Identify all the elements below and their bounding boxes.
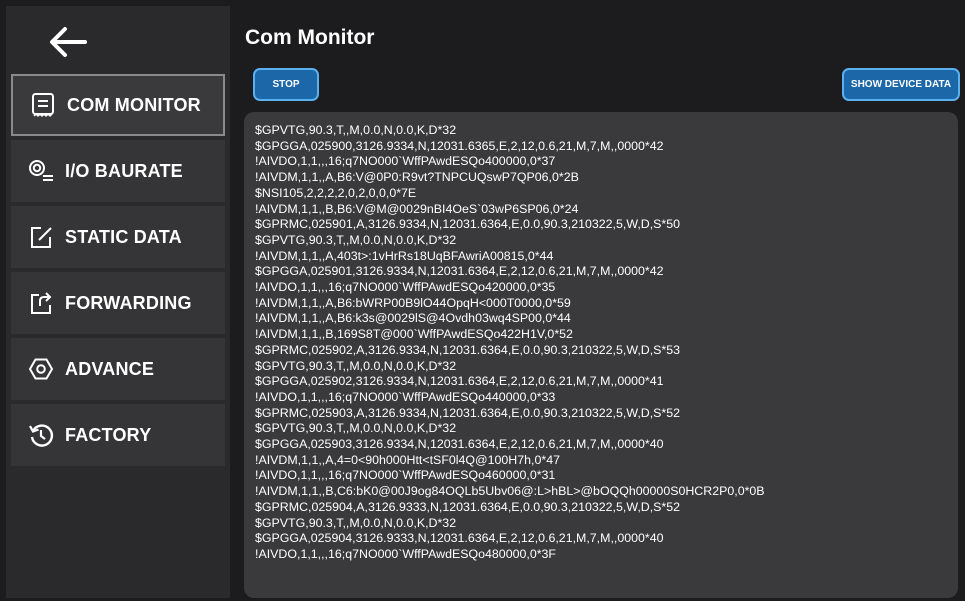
sidebar-item-com-monitor[interactable]: COM MONITOR (11, 74, 225, 136)
log-line: $GPGGA,025900,3126.9334,N,12031.6365,E,2… (255, 138, 664, 153)
log-line: !AIVDO,1,1,,,16;q7NO000`WffPAwdESQo46000… (255, 468, 556, 483)
back-button[interactable] (44, 22, 90, 62)
sidebar-item-io-baurate[interactable]: I/O BAURATE (11, 140, 225, 202)
edit-icon (27, 223, 55, 251)
sidebar-item-label: STATIC DATA (65, 226, 182, 247)
sidebar-item-factory[interactable]: FACTORY (11, 404, 225, 466)
show-device-data-button[interactable]: SHOW DEVICE DATA (842, 68, 960, 101)
log-line: !AIVDM,1,1,,B,169S8T@000`WffPAwdESQo422H… (255, 327, 573, 342)
com-log-panel[interactable]: $GPVTG,90.3,T,,M,0.0,N,0.0,K,D*32 $GPGGA,… (244, 112, 958, 598)
log-line: $GPGGA,025903,3126.9334,N,12031.6364,E,2… (255, 437, 664, 452)
log-line: $GPRMC,025901,A,3126.9334,N,12031.6364,E… (255, 217, 681, 232)
log-line: !AIVDM,1,1,,A,B6:V@0P0:R9vt?TNPCUQswP7QP… (255, 170, 579, 185)
sidebar-item-advance[interactable]: ADVANCE (11, 338, 225, 400)
sidebar-item-static-data[interactable]: STATIC DATA (11, 206, 225, 268)
page-title: Com Monitor (245, 26, 375, 49)
restore-icon (27, 421, 55, 449)
log-line: !AIVDO,1,1,,,16;q7NO000`WffPAwdESQo40000… (255, 154, 556, 169)
forward-icon (27, 289, 55, 317)
log-line: !AIVDO,1,1,,,16;q7NO000`WffPAwdESQo48000… (255, 546, 556, 561)
log-line: $GPVTG,90.3,T,,M,0.0,N,0.0,K,D*32 (255, 358, 457, 373)
log-line: $GPRMC,025903,A,3126.9334,N,12031.6364,E… (255, 405, 681, 420)
main-panel: Com Monitor STOP SHOW DEVICE DATA $GPVTG… (236, 6, 960, 598)
sidebar-item-forwarding[interactable]: FORWARDING (11, 272, 225, 334)
log-line: $GPGGA,025901,3126.9334,N,12031.6364,E,2… (255, 264, 664, 279)
log-line: $NSI105,2,2,2,2,0,2,0,0,0*7E (255, 185, 417, 200)
log-line: !AIVDM,1,1,,A,B6:bWRP00B9lO44OpqH<000T00… (255, 295, 571, 310)
hexagon-icon (27, 355, 55, 383)
log-line: $GPRMC,025902,A,3126.9334,N,12031.6364,E… (255, 342, 681, 357)
log-line: $GPVTG,90.3,T,,M,0.0,N,0.0,K,D*32 (255, 515, 457, 530)
sidebar: COM MONITOR I/O BAURATE STATIC DATA FORW… (6, 6, 230, 598)
back-arrow-icon (50, 27, 87, 57)
log-line: !AIVDM,1,1,,B,C6:bK0@00J9og84OQLb5Ubv06@… (255, 484, 765, 499)
log-line: !AIVDO,1,1,,,16;q7NO000`WffPAwdESQo42000… (255, 280, 556, 295)
sidebar-item-label: FACTORY (65, 424, 152, 445)
log-line: $GPGGA,025902,3126.9334,N,12031.6364,E,2… (255, 374, 664, 389)
io-icon (27, 157, 55, 185)
log-line: !AIVDM,1,1,,B,B6:V@M@0029nBI4OeS`03wP6SP… (255, 201, 579, 216)
log-line: !AIVDO,1,1,,,16;q7NO000`WffPAwdESQo44000… (255, 389, 556, 404)
sidebar-item-label: COM MONITOR (67, 94, 201, 115)
log-line: $GPVTG,90.3,T,,M,0.0,N,0.0,K,D*32 (255, 232, 457, 247)
log-line: $GPRMC,025904,A,3126.9333,N,12031.6364,E… (255, 499, 681, 514)
log-line: !AIVDM,1,1,,A,B6:k3s@0029lS@4Ovdh03wq4SP… (255, 311, 571, 326)
monitor-icon (29, 91, 57, 119)
log-line: $GPVTG,90.3,T,,M,0.0,N,0.0,K,D*32 (255, 421, 457, 436)
log-line: $GPVTG,90.3,T,,M,0.0,N,0.0,K,D*32 (255, 123, 457, 137)
sidebar-item-label: FORWARDING (65, 292, 192, 313)
sidebar-item-label: ADVANCE (65, 358, 155, 379)
log-line: $GPGGA,025904,3126.9333,N,12031.6364,E,2… (255, 531, 664, 546)
stop-button[interactable]: STOP (253, 68, 319, 101)
log-line: !AIVDM,1,1,,A,403t>:1vHrRs18UqBFAwriA008… (255, 248, 554, 263)
sidebar-item-label: I/O BAURATE (65, 160, 183, 181)
log-line: !AIVDM,1,1,,A,4=0<90h000Htt<tSF0l4Q@100H… (255, 452, 560, 467)
